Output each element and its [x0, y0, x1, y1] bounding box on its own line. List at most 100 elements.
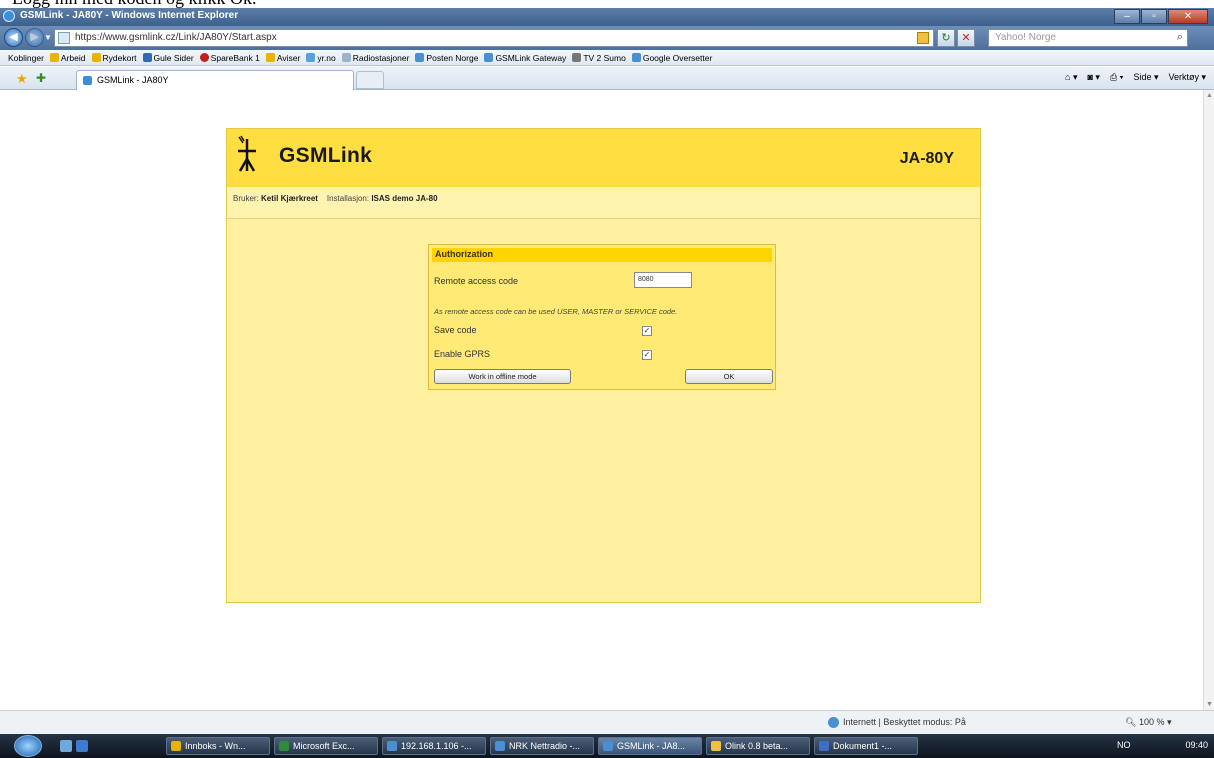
add-favorite-icon[interactable]: ✚ — [36, 71, 46, 85]
url-text[interactable]: https://www.gsmlink.cz/Link/JA80Y/Start.… — [75, 32, 277, 43]
device-model: JA-80Y — [899, 150, 954, 167]
authorization-title: Authorization — [435, 249, 493, 259]
tab-bar: ★ ✚ GSMLink - JA80Y ⌂ ▾ ◙ ▾ ⎙ ▾ Side ▾ V… — [0, 67, 1214, 90]
minimize-button[interactable]: – — [1114, 9, 1140, 24]
caption-text: Logg inn med koden og klikk Ok. — [12, 0, 256, 8]
system-tray: NO 09:40 — [1117, 740, 1208, 750]
taskbar-item-active[interactable]: GSMLink - JA8... — [598, 737, 702, 755]
taskbar-item[interactable]: Olink 0.8 beta... — [706, 737, 810, 755]
taskbar-item[interactable]: Microsoft Exc... — [274, 737, 378, 755]
link-item[interactable]: Radiostasjoner — [341, 53, 409, 63]
search-icon[interactable]: ⌕ — [1177, 31, 1183, 44]
link-favicon — [484, 53, 494, 62]
browser-icon — [387, 741, 397, 751]
close-button[interactable]: ✕ — [1168, 9, 1208, 24]
link-label: Google Oversetter — [642, 52, 713, 63]
install-value: ISAS demo JA-80 — [371, 194, 438, 203]
link-favicon — [415, 53, 425, 62]
link-label: Rydekort — [102, 52, 137, 63]
link-item[interactable]: Gule Sider — [142, 52, 194, 63]
page-menu[interactable]: Side ▾ — [1133, 72, 1158, 83]
lock-icon[interactable] — [917, 32, 929, 44]
vertical-scrollbar[interactable]: ▲ ▼ — [1203, 90, 1214, 710]
home-icon[interactable]: ⌂ ▾ — [1065, 72, 1077, 83]
taskbar-item[interactable]: Dokument1 -... — [814, 737, 918, 755]
clock[interactable]: 09:40 — [1185, 740, 1208, 750]
tab-gsmlink[interactable]: GSMLink - JA80Y — [76, 70, 354, 90]
save-code-label: Save code — [434, 325, 477, 335]
stop-icon[interactable]: ✕ — [957, 29, 975, 47]
security-zone[interactable]: Internett | Beskyttet modus: På — [843, 717, 966, 727]
link-label: SpareBank 1 — [210, 52, 260, 63]
zoom-level[interactable]: 🔍︎ 100 % ▾ — [1125, 717, 1172, 728]
history-dropdown-icon[interactable]: ▼ — [44, 33, 52, 42]
link-favicon — [306, 53, 316, 62]
link-label: Gule Sider — [153, 52, 194, 63]
tab-label: GSMLink - JA80Y — [97, 75, 169, 85]
taskbar-item-label: Olink 0.8 beta... — [725, 741, 789, 751]
remote-code-label: Remote access code — [434, 276, 519, 286]
gsmlink-page: GSMLink JA-80Y Bruker: Ketil Kjærkreet I… — [226, 128, 981, 603]
ie-icon — [3, 10, 15, 22]
auth-note: As remote access code can be used USER, … — [434, 307, 678, 316]
page-content: GSMLink JA-80Y Bruker: Ketil Kjærkreet I… — [8, 90, 1203, 710]
taskbar-item[interactable]: Innboks - Wn... — [166, 737, 270, 755]
link-item[interactable]: Google Oversetter — [631, 52, 713, 63]
status-bar: Internett | Beskyttet modus: På 🔍︎ 100 %… — [0, 710, 1214, 734]
language-indicator[interactable]: NO — [1117, 740, 1131, 750]
link-item[interactable]: Posten Norge — [415, 53, 478, 63]
back-icon[interactable]: ◀ — [4, 28, 23, 47]
screen: { "caption_fragment": "Logg inn med kode… — [0, 0, 1214, 758]
maximize-button[interactable]: ▫ — [1141, 9, 1167, 24]
search-input[interactable]: Yahoo! Norge ⌕ — [988, 29, 1188, 47]
user-label: Bruker: — [233, 194, 259, 203]
tools-menu[interactable]: Verktøy ▾ — [1168, 72, 1206, 83]
folder-icon — [265, 53, 275, 62]
link-item[interactable]: Rydekort — [91, 52, 137, 63]
taskbar-item-label: Dokument1 -... — [833, 741, 893, 751]
link-label: Aviser — [276, 52, 301, 63]
favorites-star-icon[interactable]: ★ — [16, 71, 28, 87]
link-item[interactable]: SpareBank 1 — [199, 52, 260, 63]
remote-code-input[interactable]: 8080 — [634, 272, 692, 288]
ie-quicklaunch-icon[interactable] — [76, 740, 88, 752]
gsmlink-logo-icon — [238, 135, 256, 172]
taskbar-item[interactable]: NRK Nettradio -... — [490, 737, 594, 755]
link-favicon — [199, 53, 209, 62]
gprs-checkbox[interactable]: ✓ — [642, 350, 652, 360]
feeds-icon[interactable]: ◙ ▾ — [1087, 72, 1099, 83]
link-item[interactable]: Arbeid — [49, 52, 86, 63]
link-label: Arbeid — [60, 52, 86, 63]
show-desktop-icon[interactable] — [60, 740, 72, 752]
link-item[interactable]: TV 2 Sumo — [572, 53, 626, 63]
window-title: GSMLink - JA80Y - Windows Internet Explo… — [20, 10, 239, 21]
ok-button[interactable]: OK — [685, 369, 773, 384]
link-label: GSMLink Gateway — [495, 52, 567, 63]
save-code-checkbox[interactable]: ✓ — [642, 326, 652, 336]
scroll-down-icon[interactable]: ▼ — [1206, 701, 1213, 708]
start-button[interactable] — [14, 735, 42, 757]
scroll-up-icon[interactable]: ▲ — [1206, 92, 1213, 99]
new-tab-button[interactable] — [356, 71, 384, 89]
taskbar-item-label: 192.168.1.106 -... — [401, 741, 472, 751]
link-item[interactable]: GSMLink Gateway — [484, 53, 566, 63]
link-item[interactable]: yr.no — [306, 53, 336, 63]
link-favicon — [341, 53, 351, 62]
link-label: TV 2 Sumo — [583, 52, 626, 63]
address-bar[interactable]: https://www.gsmlink.cz/Link/JA80Y/Start.… — [54, 29, 934, 47]
search-placeholder: Yahoo! Norge — [995, 32, 1056, 43]
link-favicon — [631, 53, 641, 62]
refresh-icon[interactable]: ↻ — [937, 29, 955, 47]
offline-mode-button[interactable]: Work in offline mode — [434, 369, 571, 384]
taskbar-item[interactable]: 192.168.1.106 -... — [382, 737, 486, 755]
link-favicon — [142, 53, 152, 62]
window-controls: – ▫ ✕ — [1114, 9, 1208, 24]
gprs-label: Enable GPRS — [434, 349, 491, 359]
ie-icon — [495, 741, 505, 751]
forward-icon[interactable]: ▶ — [25, 28, 44, 47]
print-icon[interactable]: ⎙ ▾ — [1110, 72, 1123, 83]
link-item[interactable]: Aviser — [265, 52, 301, 63]
top-caption: Logg inn med koden og klikk Ok. — [0, 0, 1214, 8]
brand-title: GSMLink — [279, 144, 373, 167]
taskbar: Innboks - Wn... Microsoft Exc... 192.168… — [0, 734, 1214, 758]
